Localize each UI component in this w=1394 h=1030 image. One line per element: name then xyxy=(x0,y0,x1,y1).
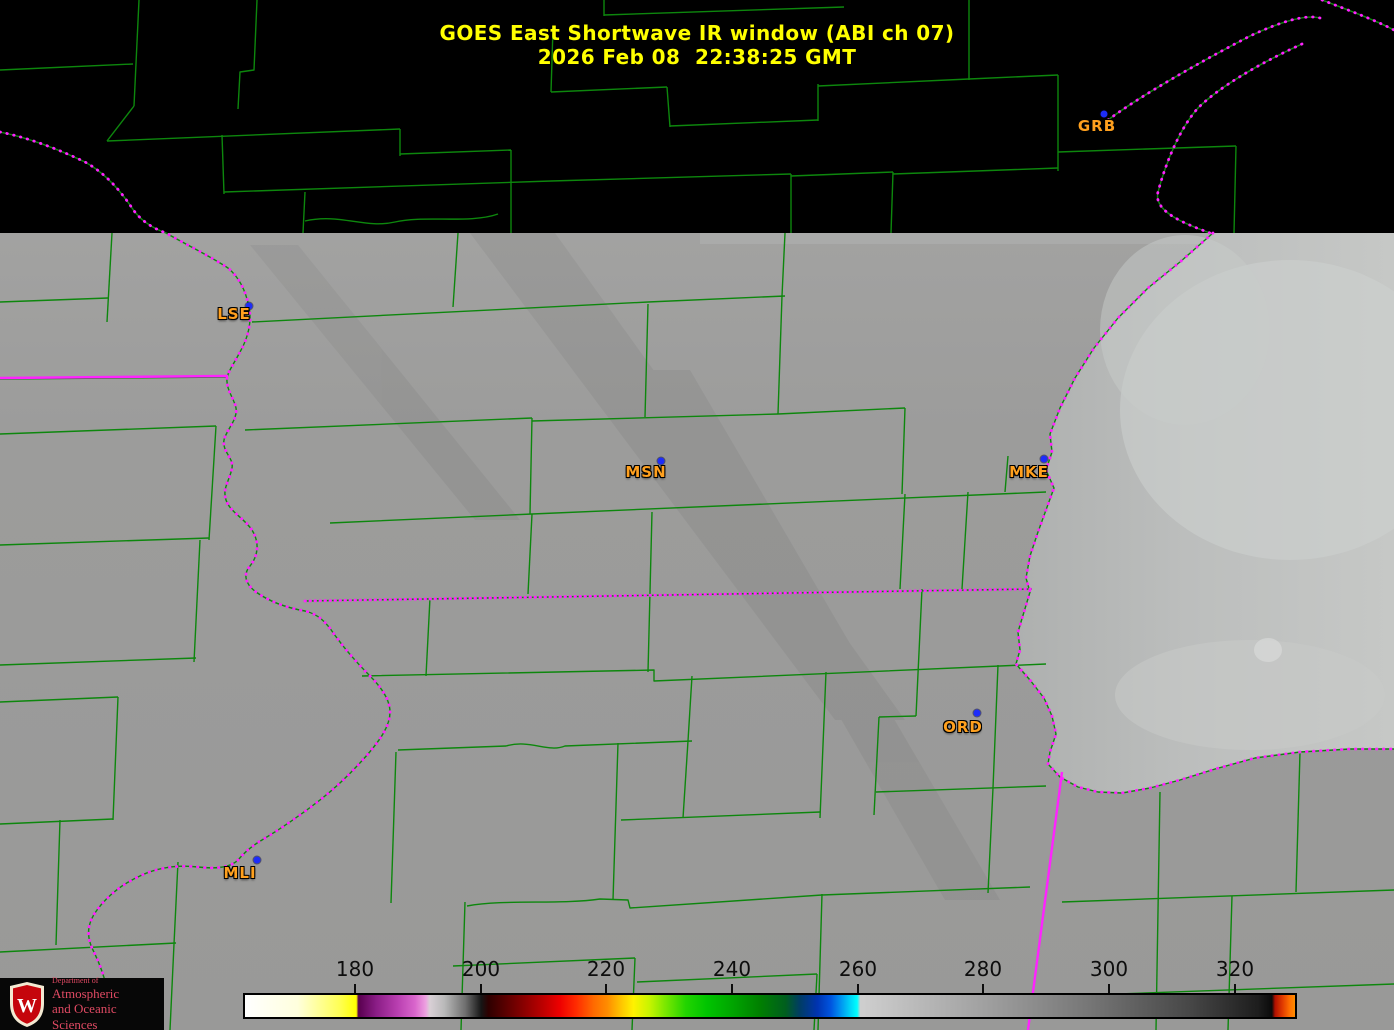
station-label-mli: MLI xyxy=(223,864,256,882)
colorbar-tick-label: 280 xyxy=(964,957,1002,981)
colorbar-tick-mark xyxy=(480,984,482,993)
colorbar-tick-mark xyxy=(982,984,984,993)
station-label-msn: MSN xyxy=(625,463,666,481)
colorbar-tick-mark xyxy=(605,984,607,993)
colorbar-tick-label: 180 xyxy=(336,957,374,981)
colorbar-tick-label: 240 xyxy=(713,957,751,981)
colorbar-tick-label: 300 xyxy=(1090,957,1128,981)
colorbar-tick-mark xyxy=(857,984,859,993)
station-label-grb: GRB xyxy=(1078,117,1116,135)
colorbar-tick-mark xyxy=(731,984,733,993)
colorbar-tick-mark xyxy=(354,984,356,993)
satellite-image-viewport: GOES East Shortwave IR window (ABI ch 07… xyxy=(0,0,1394,1030)
station-label-ord: ORD xyxy=(943,718,983,736)
colorbar-tick-label: 220 xyxy=(587,957,625,981)
colorbar-tick-label: 200 xyxy=(462,957,500,981)
colorbar-tick-label: 260 xyxy=(839,957,877,981)
uw-aos-logo: W Department of Atmospheric and Oceanic … xyxy=(0,978,164,1030)
station-label-lse: LSE xyxy=(217,305,251,323)
map-title: GOES East Shortwave IR window (ABI ch 07… xyxy=(0,21,1394,45)
colorbar-tick-mark xyxy=(1108,984,1110,993)
logo-dept-line: Department of xyxy=(52,976,164,985)
colorbar-tick-label: 320 xyxy=(1216,957,1254,981)
logo-line-1: Atmospheric xyxy=(52,986,164,1002)
colorbar xyxy=(243,993,1297,1019)
station-label-mke: MKE xyxy=(1009,463,1049,481)
satellite-map-canvas xyxy=(0,0,1394,1030)
uw-crest-icon: W xyxy=(7,981,47,1028)
colorbar-tick-mark xyxy=(1234,984,1236,993)
crest-monogram: W xyxy=(17,995,37,1017)
map-timestamp: 2026 Feb 08 22:38:25 GMT xyxy=(0,45,1394,69)
logo-line-2: and Oceanic Sciences xyxy=(52,1001,164,1030)
station-dot-ord xyxy=(974,710,981,717)
station-dot-mli xyxy=(254,857,261,864)
logo-text: Department of Atmospheric and Oceanic Sc… xyxy=(52,976,164,1030)
station-dot-mke xyxy=(1041,456,1048,463)
